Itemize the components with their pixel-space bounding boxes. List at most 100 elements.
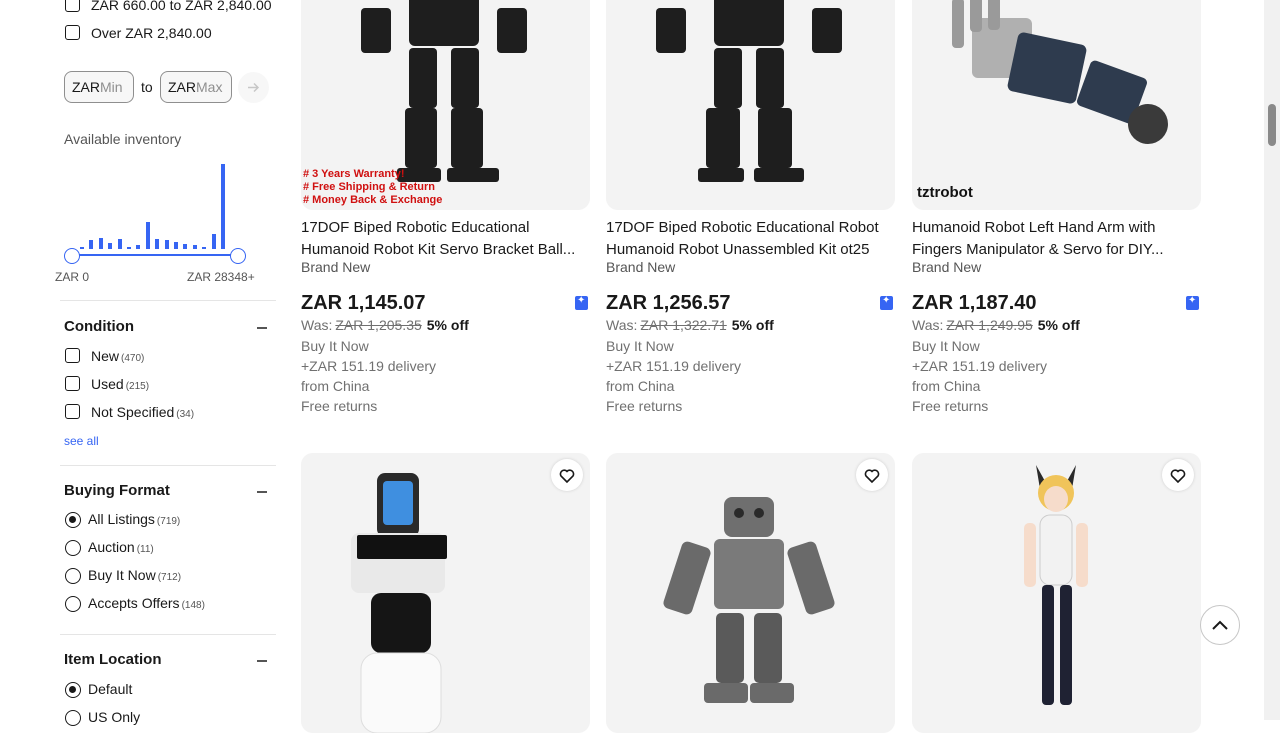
histogram-bar (80, 246, 84, 249)
condition-checkbox[interactable] (65, 376, 80, 391)
format-option-accepts-offers[interactable]: Accepts Offers (148) (88, 595, 205, 611)
format-option-all-listings[interactable]: All Listings (719) (88, 511, 180, 527)
delivery-cost: +ZAR 151.19 delivery (301, 358, 437, 374)
price-option-label[interactable]: Over ZAR 2,840.00 (91, 25, 212, 41)
discount: 5% off (731, 317, 774, 333)
overlay-line: # Free Shipping & Return (303, 181, 436, 193)
watch-button[interactable] (551, 459, 583, 491)
item-origin: from China (606, 378, 675, 394)
overlay-line: # 3 Years Warranty! (303, 168, 405, 180)
product-card[interactable]: 17DOF Biped Robotic Educational Robot Hu… (606, 0, 895, 420)
buying-format: Buy It Now (606, 338, 674, 354)
product-price: ZAR 1,256.57 (606, 292, 731, 314)
location-option-us-only[interactable]: US Only (88, 709, 140, 725)
condition-heading[interactable]: Condition (64, 318, 134, 335)
to-label: to (141, 79, 153, 95)
product-image[interactable]: tztrobot (912, 0, 1201, 210)
divider (60, 300, 276, 301)
collapse-icon[interactable] (257, 327, 267, 329)
location-option-default[interactable]: Default (88, 681, 132, 697)
chevron-up-icon (1212, 620, 1228, 630)
option-label: Accepts Offers (88, 595, 180, 611)
condition-option-new[interactable]: New (470) (91, 348, 144, 364)
delivery-cost: +ZAR 151.19 delivery (606, 358, 742, 374)
product-image[interactable] (301, 453, 590, 733)
price-option-checkbox[interactable] (65, 25, 80, 40)
returns-info: Free returns (912, 398, 989, 414)
overlay-line: # Money Back & Exchange (303, 194, 443, 206)
price-option-checkbox[interactable] (65, 0, 80, 12)
buying-format-radio[interactable] (65, 568, 81, 584)
was-label: Was: (912, 317, 944, 333)
histogram-bar (127, 247, 131, 249)
buying-format-radio[interactable] (65, 540, 81, 556)
product-image[interactable]: # 3 Years Warranty! # Free Shipping & Re… (301, 0, 590, 210)
condition-option-used[interactable]: Used (215) (91, 376, 149, 392)
range-max-handle[interactable] (230, 248, 246, 264)
was-price-line: Was: ZAR 1,322.71 5% off (606, 317, 774, 333)
option-label: Auction (88, 539, 135, 555)
divider (60, 634, 276, 635)
min-placeholder: Min (100, 79, 123, 95)
product-image[interactable] (606, 453, 895, 733)
location-radio[interactable] (65, 710, 81, 726)
scrollbar-thumb[interactable] (1268, 104, 1276, 146)
delivery-cost: +ZAR 151.19 delivery (912, 358, 1048, 374)
discount: 5% off (426, 317, 469, 333)
back-to-top-button[interactable] (1200, 605, 1240, 645)
histogram-bar (136, 245, 141, 249)
gray-robot-image (606, 453, 895, 733)
max-price-input[interactable]: ZARMax (160, 71, 232, 103)
product-title[interactable]: Humanoid Robot Left Hand Arm with Finger… (912, 217, 1194, 261)
range-min-handle[interactable] (64, 248, 80, 264)
product-image[interactable] (606, 0, 895, 210)
buying-format-radio[interactable] (65, 512, 81, 528)
figure-doll-image (912, 453, 1201, 733)
product-condition: Brand New (606, 259, 676, 275)
watch-button[interactable] (856, 459, 888, 491)
condition-option-not-specified[interactable]: Not Specified (34) (91, 404, 194, 420)
option-count: (712) (157, 572, 182, 583)
was-price: ZAR 1,322.71 (640, 317, 727, 333)
option-count: (148) (181, 600, 205, 611)
range-min-label: ZAR 0 (55, 270, 90, 284)
price-range-track (70, 254, 238, 256)
max-placeholder: Max (196, 79, 223, 95)
option-count: (719) (156, 516, 181, 527)
price-go-button[interactable] (238, 72, 269, 103)
format-option-auction[interactable]: Auction (11) (88, 539, 154, 555)
product-image[interactable] (912, 453, 1201, 733)
star-badge-icon (880, 295, 893, 310)
star-badge-icon (575, 295, 588, 310)
histogram-bar (155, 239, 160, 249)
location-radio[interactable] (65, 682, 81, 698)
range-max-label: ZAR 28348+ (187, 270, 255, 284)
buying-format-heading[interactable]: Buying Format (64, 482, 170, 499)
format-option-buy-it-now[interactable]: Buy It Now (712) (88, 567, 181, 583)
item-location-heading[interactable]: Item Location (64, 651, 162, 668)
option-label: Not Specified (91, 404, 175, 420)
product-card[interactable]: # 3 Years Warranty! # Free Shipping & Re… (301, 0, 590, 420)
min-price-input[interactable]: ZARMin (64, 71, 134, 103)
see-all-link[interactable]: see all (64, 434, 99, 448)
heart-icon (864, 469, 880, 484)
product-title[interactable]: 17DOF Biped Robotic Educational Humanoid… (301, 217, 583, 261)
condition-checkbox[interactable] (65, 404, 80, 419)
option-count: (11) (136, 544, 154, 555)
condition-checkbox[interactable] (65, 348, 80, 363)
collapse-icon[interactable] (257, 491, 267, 493)
heart-icon (1170, 469, 1186, 484)
star-badge-icon (1186, 295, 1199, 310)
product-title[interactable]: 17DOF Biped Robotic Educational Robot Hu… (606, 217, 888, 261)
price-option-label[interactable]: ZAR 660.00 to ZAR 2,840.00 (91, 0, 272, 13)
collapse-icon[interactable] (257, 660, 267, 662)
histogram-bar (192, 245, 197, 249)
arrow-right-icon (248, 82, 260, 93)
buying-format-radio[interactable] (65, 596, 81, 612)
product-card[interactable]: tztrobot Humanoid Robot Left Hand Arm wi… (912, 0, 1201, 420)
watch-button[interactable] (1162, 459, 1194, 491)
was-label: Was: (606, 317, 638, 333)
was-price-line: Was: ZAR 1,205.35 5% off (301, 317, 469, 333)
option-count: (34) (176, 409, 195, 420)
option-count: (470) (121, 353, 145, 364)
